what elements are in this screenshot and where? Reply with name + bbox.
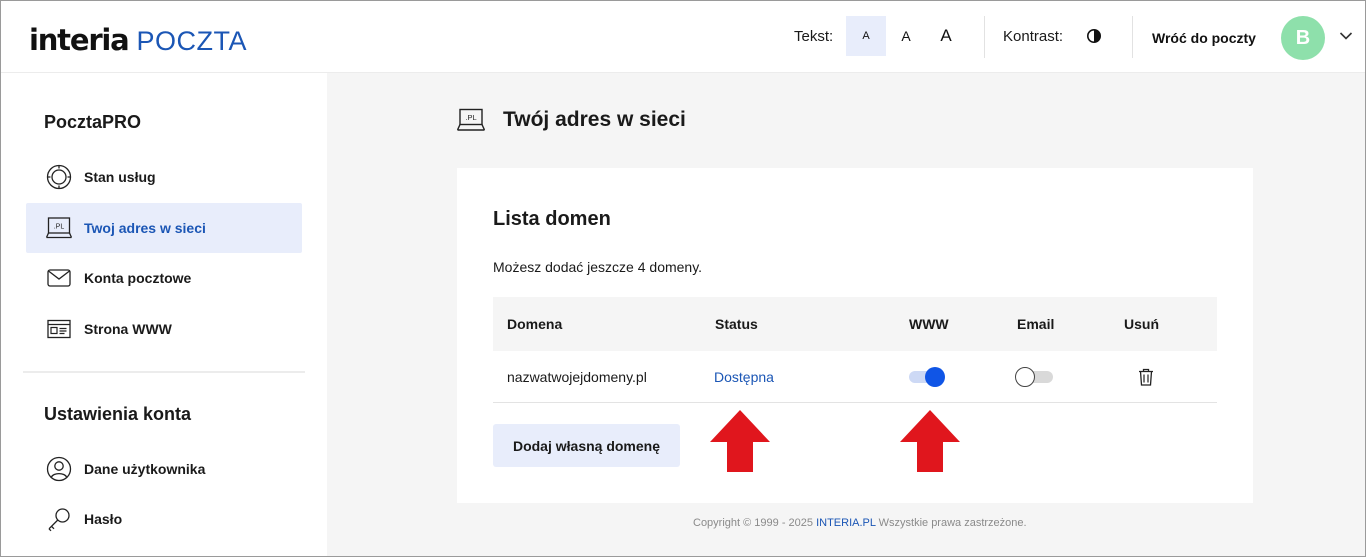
sidebar-item-website[interactable]: Strona WWW: [26, 304, 302, 354]
contrast-toggle-icon[interactable]: [1086, 28, 1102, 44]
sidebar-item-mail-accounts[interactable]: Konta pocztowe: [26, 253, 302, 303]
domain-status-link[interactable]: Dostępna: [714, 369, 774, 385]
chevron-down-icon[interactable]: [1339, 31, 1353, 41]
font-size-small-button[interactable]: A: [846, 16, 886, 56]
email-toggle[interactable]: [1015, 367, 1055, 387]
sidebar-item-service-status[interactable]: Stan usług: [26, 152, 302, 202]
footer-copyright: Copyright © 1999 - 2025: [693, 517, 817, 529]
contrast-label: Kontrast:: [1003, 28, 1064, 45]
back-to-mail-link[interactable]: Wróć do poczty: [1152, 30, 1256, 46]
sidebar-item-label: Hasło: [84, 511, 123, 527]
column-header-domain: Domena: [507, 316, 563, 332]
sidebar-item-label: Konta pocztowe: [84, 270, 192, 286]
trash-icon[interactable]: [1136, 367, 1156, 387]
domain-table: Domena Status WWW Email Usuń nazwatwojej…: [493, 297, 1217, 403]
sidebar-item-your-address[interactable]: .PL Twoj adres w sieci: [26, 203, 302, 253]
logo-brand-text: interia: [29, 23, 130, 57]
font-size-large-button[interactable]: A: [926, 16, 966, 56]
sidebar-divider: [23, 371, 305, 373]
key-icon: [46, 506, 72, 532]
user-avatar[interactable]: B: [1281, 16, 1325, 60]
annotation-arrow-up-icon: [900, 410, 960, 472]
column-header-status: Status: [715, 316, 758, 332]
remaining-domains-text: Możesz dodać jeszcze 4 domeny.: [493, 259, 703, 275]
annotation-arrow-up-icon: [710, 410, 770, 472]
page-footer: Copyright © 1999 - 2025 INTERIA.PL Wszys…: [693, 517, 1027, 529]
toggle-knob: [1015, 367, 1035, 387]
top-header: interia POCZTA Tekst: A A A Kontrast: Wr…: [1, 1, 1365, 73]
main-content: .PL Twój adres w sieci Lista domen Możes…: [327, 73, 1365, 556]
footer-rights: Wszystkie prawa zastrzeżone.: [875, 517, 1027, 529]
card-title: Lista domen: [493, 208, 611, 230]
domain-name: nazwatwojejdomeny.pl: [507, 369, 647, 385]
envelope-icon: [46, 265, 72, 291]
interia-poczta-logo[interactable]: interia POCZTA: [29, 23, 247, 57]
toggle-knob: [925, 367, 945, 387]
sidebar-section-pocztapro: PocztaPRO: [44, 112, 142, 132]
column-header-www: WWW: [909, 316, 949, 332]
column-header-delete: Usuń: [1124, 316, 1159, 332]
page-header: .PL Twój adres w sieci: [457, 107, 686, 133]
svg-text:.PL: .PL: [465, 113, 476, 122]
app-window: interia POCZTA Tekst: A A A Kontrast: Wr…: [0, 0, 1366, 557]
svg-text:.PL: .PL: [54, 224, 65, 231]
sidebar-item-label: Twoj adres w sieci: [84, 220, 206, 236]
table-header: Domena Status WWW Email Usuń: [493, 297, 1217, 351]
user-icon: [46, 456, 72, 482]
www-toggle[interactable]: [905, 367, 945, 387]
column-header-email: Email: [1017, 316, 1055, 332]
add-own-domain-button[interactable]: Dodaj własną domenę: [493, 424, 680, 467]
logo-product-text: POCZTA: [136, 26, 248, 56]
page-title: Twój adres w sieci: [503, 108, 686, 131]
service-status-icon: [46, 164, 72, 190]
text-size-label: Tekst:: [794, 28, 834, 45]
font-size-medium-button[interactable]: A: [886, 16, 926, 56]
sidebar-section-account-settings: Ustawienia konta: [44, 404, 192, 424]
table-row: nazwatwojejdomeny.pl Dostępna: [493, 351, 1217, 403]
footer-brand-link[interactable]: INTERIA.PL: [816, 517, 876, 529]
sidebar-item-password[interactable]: Hasło: [26, 494, 302, 544]
sidebar-item-user-data[interactable]: Dane użytkownika: [26, 444, 302, 494]
domain-list-card: Lista domen Możesz dodać jeszcze 4 domen…: [457, 168, 1253, 503]
sidebar: PocztaPRO Stan usług .PL Twoj adres w si…: [1, 73, 327, 556]
sidebar-item-label: Stan usług: [84, 169, 156, 185]
webpage-icon: [46, 316, 72, 342]
header-divider: [1132, 16, 1133, 58]
sidebar-item-label: Dane użytkownika: [84, 461, 206, 477]
header-divider: [984, 16, 985, 58]
sidebar-item-label: Strona WWW: [84, 321, 172, 337]
domain-pl-icon: .PL: [46, 215, 72, 241]
domain-pl-icon: .PL: [457, 108, 485, 131]
